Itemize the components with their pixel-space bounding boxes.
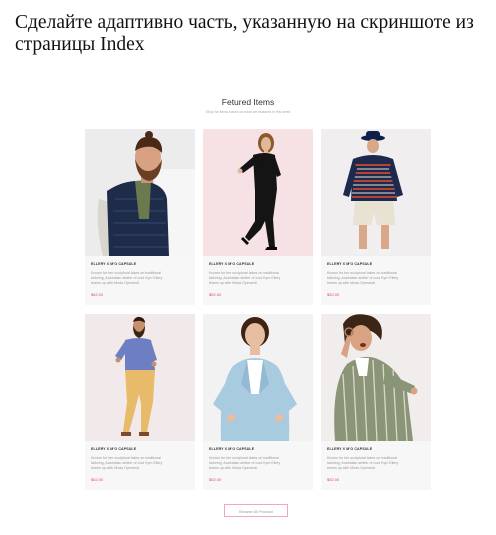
product-price: $52.00 — [209, 477, 222, 482]
section-subtitle: Shop for items based on what we featured… — [205, 110, 291, 114]
product-name[interactable]: ELLERY X M'O CAPSULE — [91, 447, 136, 451]
product-description: Known for her sculptural takes on tradit… — [327, 456, 399, 470]
product-price: $52.00 — [327, 477, 340, 482]
product-description: Known for her sculptural takes on tradit… — [327, 271, 399, 285]
product-photo[interactable] — [321, 314, 431, 441]
product-photo[interactable] — [203, 129, 313, 256]
product-price: $52.00 — [91, 477, 104, 482]
product-card[interactable]: ELLERY X M'O CAPSULE Known for her sculp… — [203, 314, 313, 490]
product-card[interactable]: ELLERY X M'O CAPSULE Known for her sculp… — [321, 314, 431, 490]
product-card[interactable]: ELLERY X M'O CAPSULE Known for her sculp… — [85, 314, 195, 490]
product-name[interactable]: ELLERY X M'O CAPSULE — [91, 262, 136, 266]
product-photo[interactable] — [85, 129, 195, 256]
product-photo[interactable] — [321, 129, 431, 256]
product-description: Known for her sculptural takes on tradit… — [91, 456, 163, 470]
product-name[interactable]: ELLERY X M'O CAPSULE — [209, 447, 254, 451]
product-name[interactable]: ELLERY X M'O CAPSULE — [327, 262, 372, 266]
product-card[interactable]: ELLERY X M'O CAPSULE Known for her sculp… — [85, 129, 195, 305]
product-price: $52.00 — [209, 292, 222, 297]
product-price: $52.00 — [91, 292, 104, 297]
product-name[interactable]: ELLERY X M'O CAPSULE — [327, 447, 372, 451]
browse-all-button[interactable]: Browse All Product — [224, 504, 288, 517]
product-name[interactable]: ELLERY X M'O CAPSULE — [209, 262, 254, 266]
product-price: $52.00 — [327, 292, 340, 297]
product-description: Known for her sculptural takes on tradit… — [209, 271, 281, 285]
product-card[interactable]: ELLERY X M'O CAPSULE Known for her sculp… — [321, 129, 431, 305]
product-photo[interactable] — [85, 314, 195, 441]
product-description: Known for her sculptural takes on tradit… — [209, 456, 281, 470]
question-text: Сделайте адаптивно часть, указанную на с… — [15, 12, 474, 55]
section-title: Fetured Items — [221, 97, 275, 107]
product-description: Known for her sculptural takes on tradit… — [91, 271, 163, 285]
product-card[interactable]: ELLERY X M'O CAPSULE Known for her sculp… — [203, 129, 313, 305]
product-photo[interactable] — [203, 314, 313, 441]
